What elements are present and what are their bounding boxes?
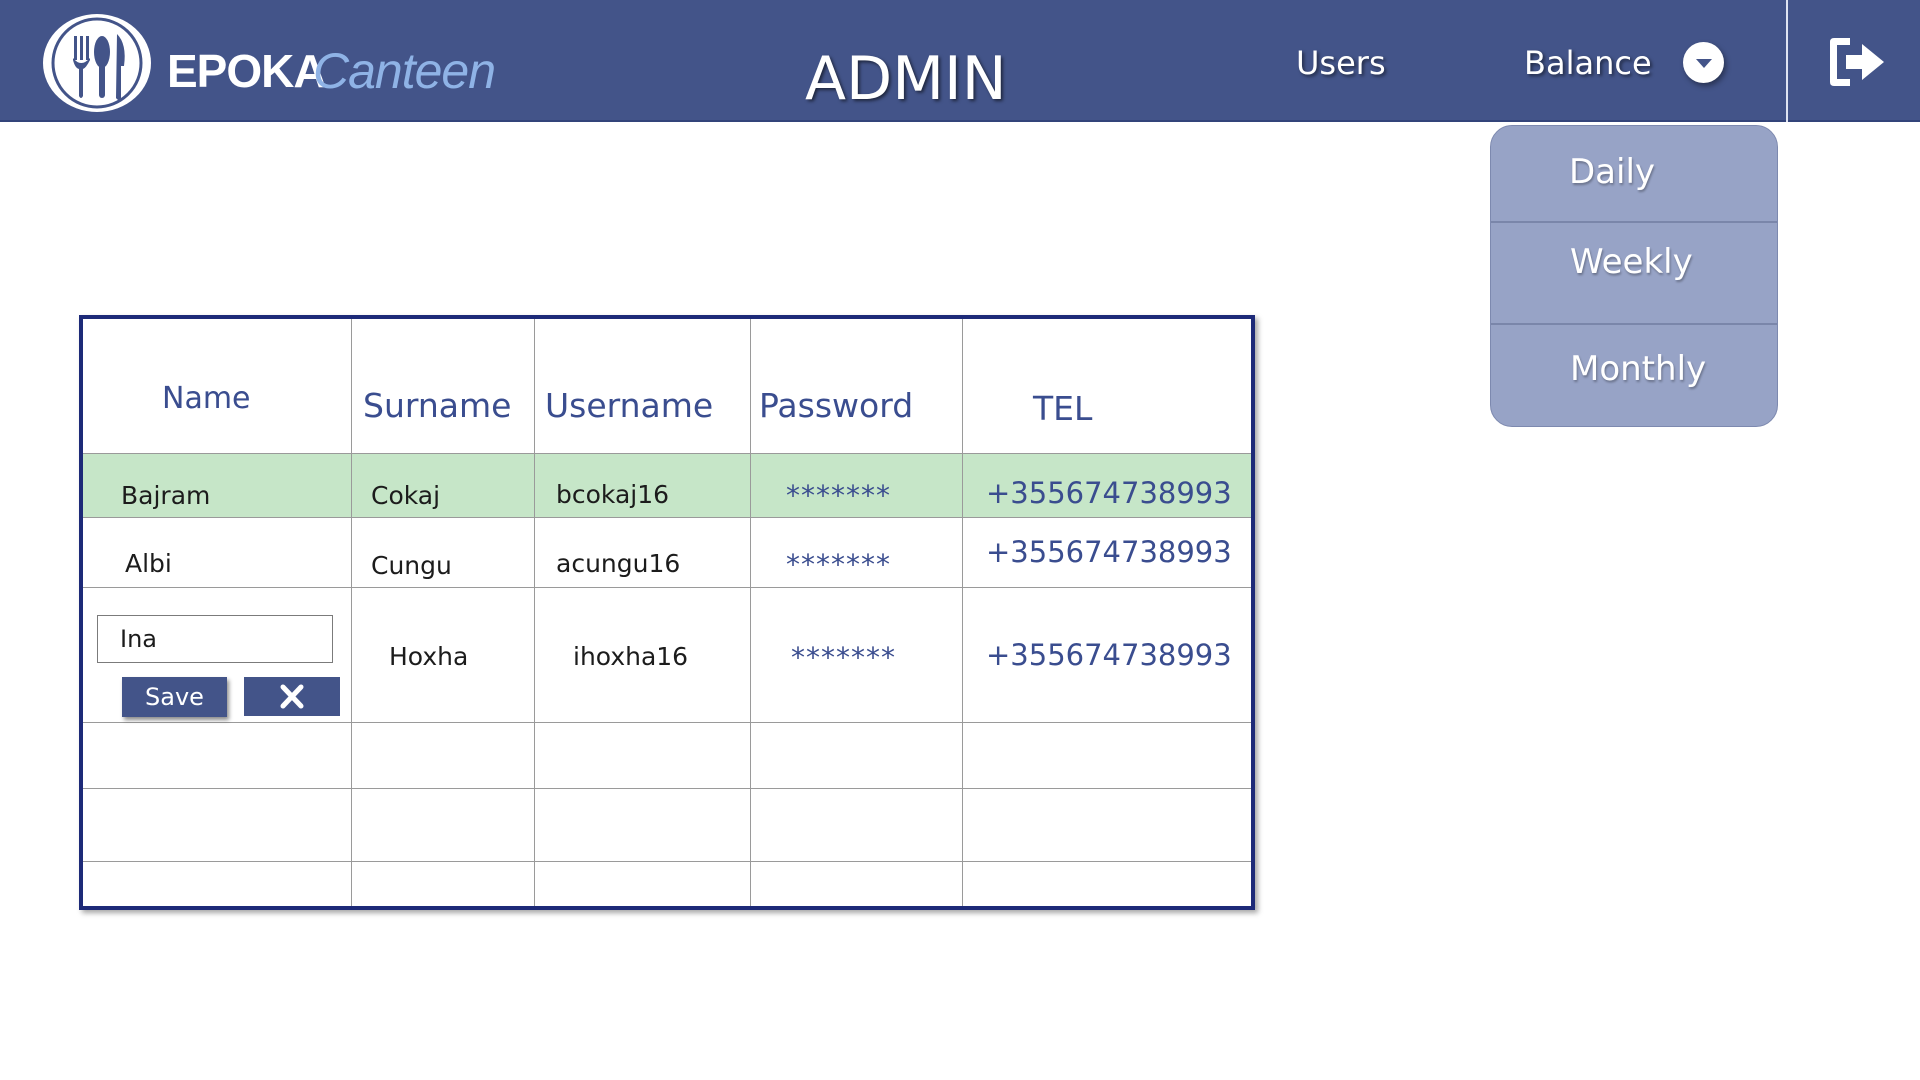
row-divider [83,788,1251,789]
users-table: Name Surname Username Password TEL Bajra… [79,315,1255,910]
row-divider [83,722,1251,723]
brand-epoka: EPOKA [167,45,327,97]
cell-tel[interactable]: +355674738993 [986,535,1232,569]
cancel-button[interactable] [244,677,340,716]
nav-balance[interactable]: Balance [1524,44,1652,82]
column-divider [534,319,535,906]
menu-item-monthly[interactable]: Monthly [1491,325,1777,426]
cell-username[interactable]: ihoxha16 [573,642,688,671]
cell-surname[interactable]: Cungu [371,551,452,580]
cell-surname[interactable]: Cokaj [371,481,440,510]
fork-spoon-knife-icon [51,17,143,109]
cell-surname[interactable]: Hoxha [389,642,468,671]
cell-name[interactable]: Bajram [121,481,210,510]
save-button[interactable]: Save [122,677,227,717]
menu-item-daily[interactable]: Daily [1491,126,1777,221]
logout-button[interactable] [1826,36,1888,88]
cell-tel[interactable]: +355674738993 [986,638,1232,672]
column-header-tel[interactable]: TEL [1033,389,1092,428]
brand-canteen: Canteen [313,43,496,99]
column-divider [962,319,963,906]
app-header: EPOKA Canteen ADMIN Users Balance [0,0,1920,122]
cell-tel[interactable]: +355674738993 [986,476,1232,510]
cell-username[interactable]: acungu16 [556,549,680,578]
column-header-surname[interactable]: Surname [363,386,511,425]
row-divider [83,453,1251,454]
cell-name[interactable]: Albi [125,549,172,578]
column-header-password[interactable]: Password [759,386,913,425]
column-divider [351,319,352,906]
nav-users[interactable]: Users [1296,44,1386,82]
cell-username[interactable]: bcokaj16 [556,480,669,509]
cell-password[interactable]: ******* [786,548,891,581]
canteen-logo [43,14,151,112]
page-title: ADMIN [805,44,1007,114]
row-divider [83,517,1251,518]
row-divider [83,861,1251,862]
name-edit-input[interactable] [97,615,333,663]
close-icon [280,684,304,709]
column-divider [750,319,751,906]
cell-password[interactable]: ******* [791,641,896,674]
header-divider [1786,0,1788,122]
column-header-name[interactable]: Name [162,381,251,416]
menu-item-weekly[interactable]: Weekly [1491,223,1777,323]
chevron-down-icon[interactable] [1683,42,1724,83]
row-divider [83,587,1251,588]
logout-icon [1830,38,1884,86]
cell-password[interactable]: ******* [786,479,891,512]
column-header-username[interactable]: Username [545,386,713,425]
balance-dropdown-menu: Daily Weekly Monthly [1490,125,1778,427]
